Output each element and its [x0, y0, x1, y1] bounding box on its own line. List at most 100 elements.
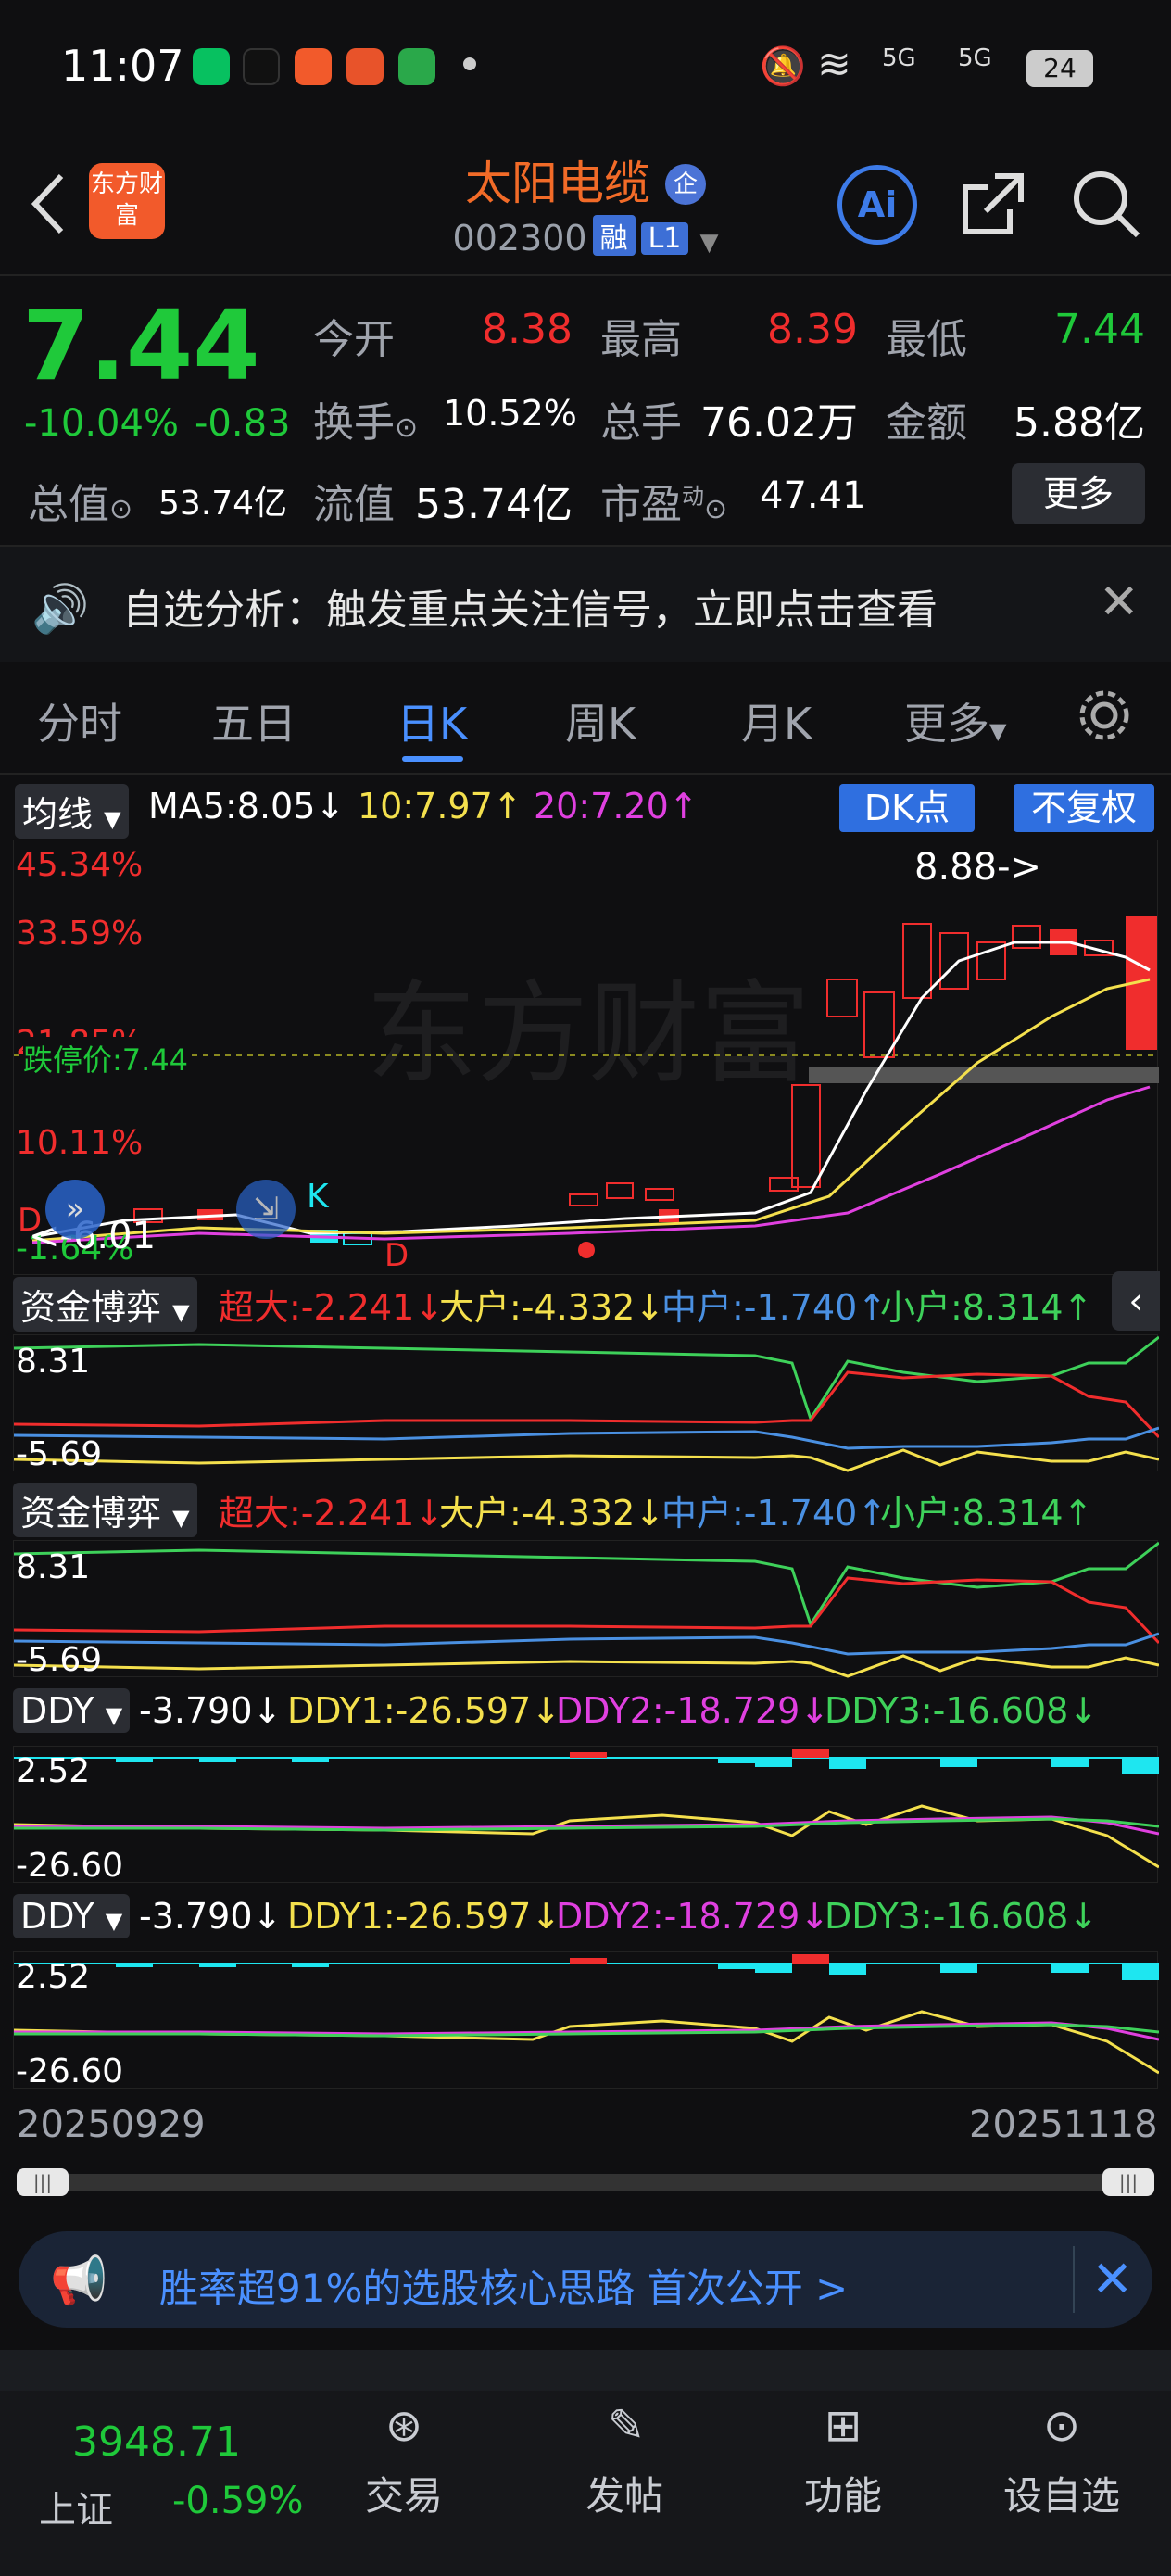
fund-max: 8.31	[16, 1343, 91, 1381]
search-button[interactable]	[1069, 167, 1143, 241]
tab-rik[interactable]: 日K	[397, 690, 467, 751]
more-dot-icon	[463, 57, 476, 70]
edit-icon: ✎	[607, 2400, 646, 2452]
fund-max: 8.31	[16, 1548, 91, 1586]
ddy-bar	[718, 1964, 755, 1969]
status-bar: 11:07 🔕 ≋ 5G 5G 24	[0, 0, 1171, 139]
ddy3-text: DDY3:-16.608	[825, 1690, 1069, 1731]
ddy-bar	[199, 1758, 236, 1762]
candle	[606, 1182, 634, 1199]
tab-wuri[interactable]: 五日	[211, 690, 296, 751]
ddy-chart-2-svg	[13, 1954, 1160, 2075]
high-value: 8.39	[767, 306, 858, 353]
chevron-down-icon: ▼	[172, 1299, 190, 1325]
float-mv-value: 53.74亿	[415, 481, 573, 528]
signal-icon: 5G	[882, 44, 916, 72]
fund-select-label: 资金博弈	[20, 1287, 162, 1328]
settings-button[interactable]	[1075, 686, 1134, 745]
ddy1-value: DDY1:-26.597↓	[287, 1690, 561, 1731]
dk-button[interactable]: DK点	[839, 784, 975, 832]
marker-d: D	[18, 1202, 43, 1239]
ddy-bar	[570, 1752, 607, 1758]
kline-chart[interactable]: 东方财富 45.34% 33.59% 10.11% -1.64% 跌停价:7.4…	[13, 840, 1159, 1275]
fund-small: 小户:8.314↑	[880, 1287, 1093, 1328]
nav-add-watch[interactable]: 设自选	[997, 2465, 1127, 2521]
ma20-text: 20:7.20	[534, 786, 669, 827]
adjust-button[interactable]: 不复权	[1014, 784, 1154, 832]
ddy3-text: DDY3:-16.608	[825, 1896, 1069, 1937]
app-icon	[295, 48, 332, 85]
battery-icon: 24	[1026, 50, 1093, 87]
index-change: -0.59%	[172, 2480, 304, 2522]
ddy-bars	[116, 1964, 1159, 1980]
ddy-bar	[292, 1964, 329, 1967]
ddy-bar	[718, 1758, 755, 1763]
fund-large-text: 大户:-4.332	[439, 1287, 636, 1328]
tab-more[interactable]: 更多▼	[904, 690, 1006, 751]
ddy3-value: DDY3:-16.608↓	[825, 1690, 1099, 1731]
float-mv-label: 流值	[313, 481, 395, 528]
ddy-max: 2.52	[16, 1958, 91, 1996]
pe-superscript: 动	[682, 483, 704, 510]
tiktok-icon	[243, 48, 280, 85]
low-label: 最低	[886, 316, 967, 363]
app-icon	[398, 48, 435, 85]
more-button[interactable]: 更多	[1012, 463, 1145, 524]
fund-select-2[interactable]: 资金博弈 ▼	[13, 1483, 197, 1537]
close-icon[interactable]: ✕	[1099, 575, 1140, 630]
axis-label-top: 45.34%	[16, 846, 144, 884]
last-price: 7.44	[22, 289, 260, 402]
tab-yuek[interactable]: 月K	[741, 690, 812, 751]
nav-trade[interactable]: 交易	[339, 2465, 469, 2521]
chevron-down-icon: ▼	[989, 718, 1007, 744]
ddy1-line	[13, 2010, 1160, 2075]
ma10-value: 10:7.97↑	[358, 786, 523, 827]
info-icon: ⊙	[395, 411, 419, 444]
fund-large: 大户:-4.332↓	[439, 1493, 665, 1534]
ma-select[interactable]: 均线 ▼	[15, 784, 129, 839]
fund-select[interactable]: 资金博弈 ▼	[13, 1277, 197, 1332]
chevron-down-icon: ▼	[104, 806, 121, 832]
ddy-bar	[116, 1758, 153, 1762]
notice-text: 自选分析：触发重点关注信号，立即点击查看	[122, 587, 938, 634]
fund-small-text: 小户:8.314	[880, 1287, 1064, 1328]
ddy-text: -3.790	[139, 1690, 253, 1731]
tab-fenshi[interactable]: 分时	[37, 690, 122, 751]
collapse-panel-button[interactable]: ‹	[1112, 1271, 1160, 1331]
wifi-icon: ≋	[817, 41, 851, 88]
ai-button[interactable]: Ai	[837, 165, 917, 245]
fund-small-text: 小户:8.314	[880, 1493, 1064, 1534]
expand-button[interactable]: ⇲	[236, 1180, 296, 1239]
notice-bar[interactable]: 🔊 自选分析：触发重点关注信号，立即点击查看 ✕	[0, 547, 1171, 662]
fund-min: -5.69	[16, 1641, 103, 1679]
candle	[826, 979, 858, 1017]
expand-left-button[interactable]: »	[45, 1180, 105, 1239]
close-icon[interactable]: ✕	[1091, 2250, 1133, 2308]
nav-function[interactable]: 功能	[778, 2465, 908, 2521]
ddy-bars-positive	[570, 1954, 829, 1964]
wechat-icon	[193, 48, 230, 85]
nav-post[interactable]: 发帖	[560, 2465, 689, 2521]
ad-banner[interactable]: 📢 胜率超91%的选股核心思路 首次公开 > ✕	[19, 2231, 1152, 2328]
share-button[interactable]	[958, 169, 1028, 239]
range-handle-right[interactable]: |||	[1102, 2168, 1154, 2196]
stock-code: 002300	[452, 218, 587, 259]
fund-select-label: 资金博弈	[20, 1493, 162, 1534]
tab-zhouk[interactable]: 周K	[565, 690, 636, 751]
ddy1-line	[13, 1804, 1160, 1869]
level-badge: L1	[640, 222, 689, 255]
candle	[939, 932, 969, 990]
range-handle-left[interactable]: |||	[17, 2168, 69, 2196]
ddy2-value: DDY2:-18.729↓	[556, 1896, 830, 1937]
ddy-select-2[interactable]: DDY ▼	[13, 1894, 131, 1938]
ddy-bar	[1122, 1758, 1159, 1774]
open-value: 8.38	[482, 306, 573, 353]
range-scrollbar[interactable]	[19, 2174, 1154, 2191]
fund-super-text: 超大:-2.241	[219, 1287, 415, 1328]
total-mv-label-text: 总值	[28, 481, 109, 528]
ddy-max: 2.52	[16, 1752, 91, 1790]
ddy-select[interactable]: DDY ▼	[13, 1688, 131, 1733]
ddy-bar	[792, 1954, 829, 1964]
ddy-min: -26.60	[16, 1847, 124, 1885]
ddy-select-label: DDY	[20, 1896, 94, 1937]
